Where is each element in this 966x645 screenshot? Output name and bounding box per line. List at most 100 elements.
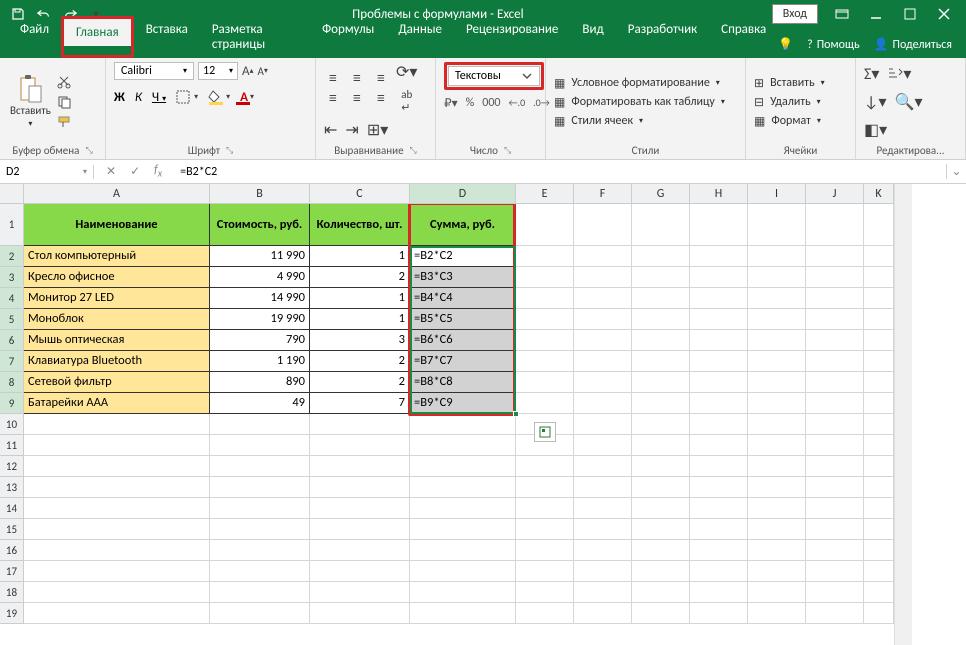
cell[interactable]	[748, 477, 806, 498]
cell[interactable]: 1	[310, 288, 410, 309]
cell[interactable]: 49	[210, 393, 310, 414]
cell[interactable]	[632, 351, 690, 372]
cell[interactable]	[410, 435, 516, 456]
cell[interactable]	[410, 477, 516, 498]
cell[interactable]	[690, 309, 748, 330]
cell[interactable]	[864, 309, 894, 330]
cell[interactable]	[806, 414, 864, 435]
cell[interactable]	[748, 582, 806, 603]
cell[interactable]	[632, 288, 690, 309]
cell[interactable]	[748, 519, 806, 540]
cell[interactable]	[410, 498, 516, 519]
cut-icon[interactable]	[57, 75, 73, 89]
cell[interactable]	[690, 519, 748, 540]
row-header[interactable]: 15	[0, 519, 24, 540]
cell[interactable]	[24, 456, 210, 477]
cell[interactable]	[516, 456, 574, 477]
cell[interactable]	[574, 246, 632, 267]
cell[interactable]	[748, 309, 806, 330]
row-header[interactable]: 8	[0, 372, 24, 393]
cell[interactable]	[516, 330, 574, 351]
cell[interactable]: Моноблок	[24, 309, 210, 330]
cell-styles-button[interactable]: ▦Стили ячеек▾	[554, 114, 725, 129]
cell[interactable]	[632, 477, 690, 498]
font-color-icon[interactable]: A▾	[240, 88, 254, 106]
cell[interactable]	[748, 393, 806, 414]
cell[interactable]	[806, 267, 864, 288]
cell[interactable]	[690, 393, 748, 414]
font-name-select[interactable]: Calibri▾	[114, 62, 194, 80]
cell[interactable]	[574, 351, 632, 372]
row-header[interactable]: 14	[0, 498, 24, 519]
cell[interactable]	[748, 246, 806, 267]
comma-format-icon[interactable]: 000	[482, 96, 500, 111]
cell[interactable]	[864, 519, 894, 540]
cell[interactable]	[806, 309, 864, 330]
italic-button[interactable]: К	[135, 90, 142, 105]
col-header-F[interactable]: F	[574, 184, 632, 204]
cell[interactable]: Стол компьютерный	[24, 246, 210, 267]
cell[interactable]	[24, 561, 210, 582]
cell[interactable]	[310, 603, 410, 624]
cell[interactable]	[748, 498, 806, 519]
cell[interactable]	[864, 498, 894, 519]
row-header[interactable]: 5	[0, 309, 24, 330]
cell[interactable]	[748, 372, 806, 393]
cell[interactable]	[690, 330, 748, 351]
sort-filter-icon[interactable]: ▾	[887, 64, 911, 84]
cell[interactable]	[632, 540, 690, 561]
cell[interactable]	[748, 267, 806, 288]
increase-indent-icon[interactable]: ⇥	[345, 120, 358, 140]
cell[interactable]	[24, 603, 210, 624]
row-header[interactable]: 16	[0, 540, 24, 561]
col-header-K[interactable]: K	[864, 184, 894, 204]
cell[interactable]	[410, 519, 516, 540]
cell[interactable]	[806, 540, 864, 561]
cell[interactable]	[748, 435, 806, 456]
tab-данные[interactable]: Данные	[386, 16, 454, 58]
cell[interactable]	[210, 435, 310, 456]
cell[interactable]	[690, 246, 748, 267]
share-button[interactable]: 👤Поделиться	[874, 37, 952, 52]
col-header-I[interactable]: I	[748, 184, 806, 204]
format-painter-icon[interactable]	[57, 115, 73, 129]
cell[interactable]: =B8*C8	[410, 372, 516, 393]
cell[interactable]	[516, 393, 574, 414]
cell[interactable]: Стоимость, руб.	[210, 204, 310, 246]
align-left-icon[interactable]: ≡	[324, 90, 342, 106]
fx-icon[interactable]: fx	[154, 163, 162, 179]
tab-справка[interactable]: Справка	[709, 16, 778, 58]
cell[interactable]	[574, 540, 632, 561]
cell[interactable]	[690, 288, 748, 309]
borders-icon[interactable]: ▾	[176, 90, 198, 104]
cell[interactable]: 1	[310, 309, 410, 330]
cell[interactable]	[516, 309, 574, 330]
format-cells-button[interactable]: ▦Формат▾	[754, 114, 825, 129]
underline-button[interactable]: Ч ▾	[152, 90, 166, 105]
cell[interactable]	[690, 498, 748, 519]
row-header[interactable]: 4	[0, 288, 24, 309]
increase-decimal-icon[interactable]: ←.0	[509, 96, 526, 111]
row-header[interactable]: 19	[0, 603, 24, 624]
cell[interactable]	[410, 582, 516, 603]
cell[interactable]	[864, 414, 894, 435]
cell[interactable]	[632, 330, 690, 351]
cell[interactable]	[516, 372, 574, 393]
cell[interactable]: 3	[310, 330, 410, 351]
align-bottom-icon[interactable]: ≡	[372, 70, 390, 86]
col-header-C[interactable]: C	[310, 184, 410, 204]
cell[interactable]	[210, 414, 310, 435]
cell[interactable]	[864, 330, 894, 351]
cell[interactable]	[516, 288, 574, 309]
cell[interactable]	[690, 267, 748, 288]
row-header[interactable]: 6	[0, 330, 24, 351]
cell[interactable]	[806, 288, 864, 309]
orientation-icon[interactable]: ⟳▾	[396, 62, 417, 82]
cell[interactable]	[574, 372, 632, 393]
cell[interactable]	[864, 477, 894, 498]
cell[interactable]: 7	[310, 393, 410, 414]
cell[interactable]	[632, 414, 690, 435]
cell[interactable]	[574, 414, 632, 435]
grow-font-icon[interactable]: A▴	[242, 64, 254, 79]
cell[interactable]	[632, 372, 690, 393]
